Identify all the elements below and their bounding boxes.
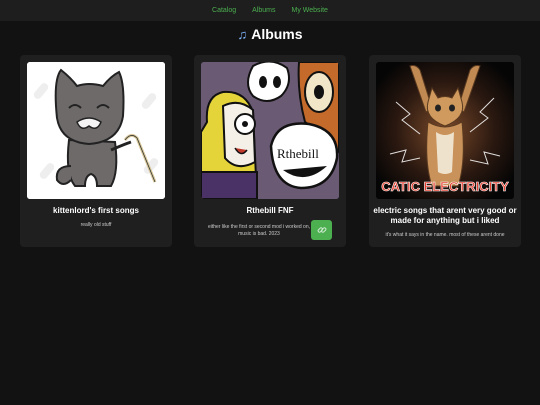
album-description: really old stuff [80, 222, 112, 228]
album-cover-rthebill[interactable]: Rthebill [201, 62, 339, 199]
page-title: ♫ Albums [0, 26, 540, 42]
catic-cover-text: CATIC ELECTRICITY [381, 179, 509, 194]
music-note-icon: ♫ [237, 27, 248, 42]
album-description: it's what it says in the name. most of t… [385, 232, 505, 238]
album-title[interactable]: electric songs that arent very good or m… [373, 206, 517, 226]
album-title[interactable]: Rthebill FNF [198, 206, 342, 216]
nav-my-website[interactable]: My Website [292, 7, 328, 14]
top-nav: Catalog Albums My Website [0, 0, 540, 21]
nav-catalog[interactable]: Catalog [212, 7, 236, 14]
album-cover-cat-with-cane[interactable] [27, 62, 165, 199]
album-cover-catic-electricity[interactable]: CATIC ELECTRICITY [376, 62, 514, 199]
album-description: either like the first or second mod i wo… [208, 224, 310, 237]
rthebill-cover-text: Rthebill [277, 146, 319, 161]
album-card-electric-songs[interactable]: CATIC ELECTRICITY electric songs that ar… [369, 55, 521, 247]
album-card-rthebill-fnf[interactable]: Rthebill Rthebill FNF either like the fi… [194, 55, 346, 247]
album-title[interactable]: kittenlord's first songs [24, 206, 168, 216]
album-card-kittenlords-first-songs[interactable]: kittenlord's first songs really old stuf… [20, 55, 172, 247]
nav-albums[interactable]: Albums [252, 7, 275, 14]
page-title-text: Albums [251, 26, 303, 42]
link-icon [317, 227, 326, 233]
album-link-button[interactable] [311, 220, 332, 240]
